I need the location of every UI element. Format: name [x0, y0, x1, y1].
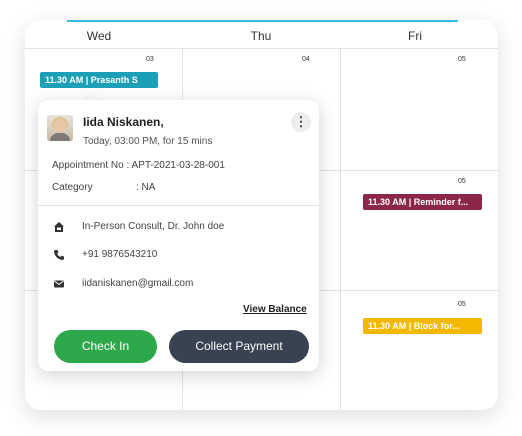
day-header-row: Wed Thu Fri [25, 20, 498, 49]
more-options-icon[interactable]: ⋮ [291, 112, 311, 132]
phone-number: +91 9876543210 [82, 249, 158, 260]
patient-name: Iida Niskanen, [83, 115, 164, 129]
mail-icon [54, 280, 64, 288]
grid-line [340, 49, 341, 410]
day-header-thu: Thu [250, 29, 272, 43]
date-number: 04 [302, 56, 310, 63]
collect-payment-button[interactable]: Collect Payment [169, 330, 309, 363]
date-number: 05 [458, 301, 466, 308]
event-chip-block[interactable]: 11.30 AM | Block for... [363, 318, 482, 334]
home-icon [54, 222, 64, 232]
date-number: 05 [458, 178, 466, 185]
appointment-number: Appointment No : APT-2021-03-28-001 [52, 160, 225, 171]
appointment-time: Today, 03:00 PM, for 15 mins [83, 136, 213, 147]
date-number: 03 [146, 56, 154, 63]
consult-info: In-Person Consult, Dr. John doe [82, 221, 225, 232]
appointment-popup: Iida Niskanen, Today, 03:00 PM, for 15 m… [38, 100, 319, 371]
event-chip-prasanth[interactable]: 11.30 AM | Prasanth S [40, 72, 158, 88]
category-label: Category [52, 182, 93, 193]
email-address: iidaniskanen@gmail.com [82, 278, 194, 289]
date-number: 05 [458, 56, 466, 63]
view-balance-link[interactable]: View Balance [243, 304, 307, 315]
day-header-fri: Fri [408, 29, 422, 43]
phone-icon [54, 250, 64, 260]
divider [38, 205, 319, 206]
category-value: : NA [136, 182, 156, 193]
avatar [47, 115, 73, 141]
check-in-button[interactable]: Check In [54, 330, 157, 363]
event-chip-reminder[interactable]: 11.30 AM | Reminder f... [363, 194, 482, 210]
day-header-wed: Wed [86, 29, 112, 43]
